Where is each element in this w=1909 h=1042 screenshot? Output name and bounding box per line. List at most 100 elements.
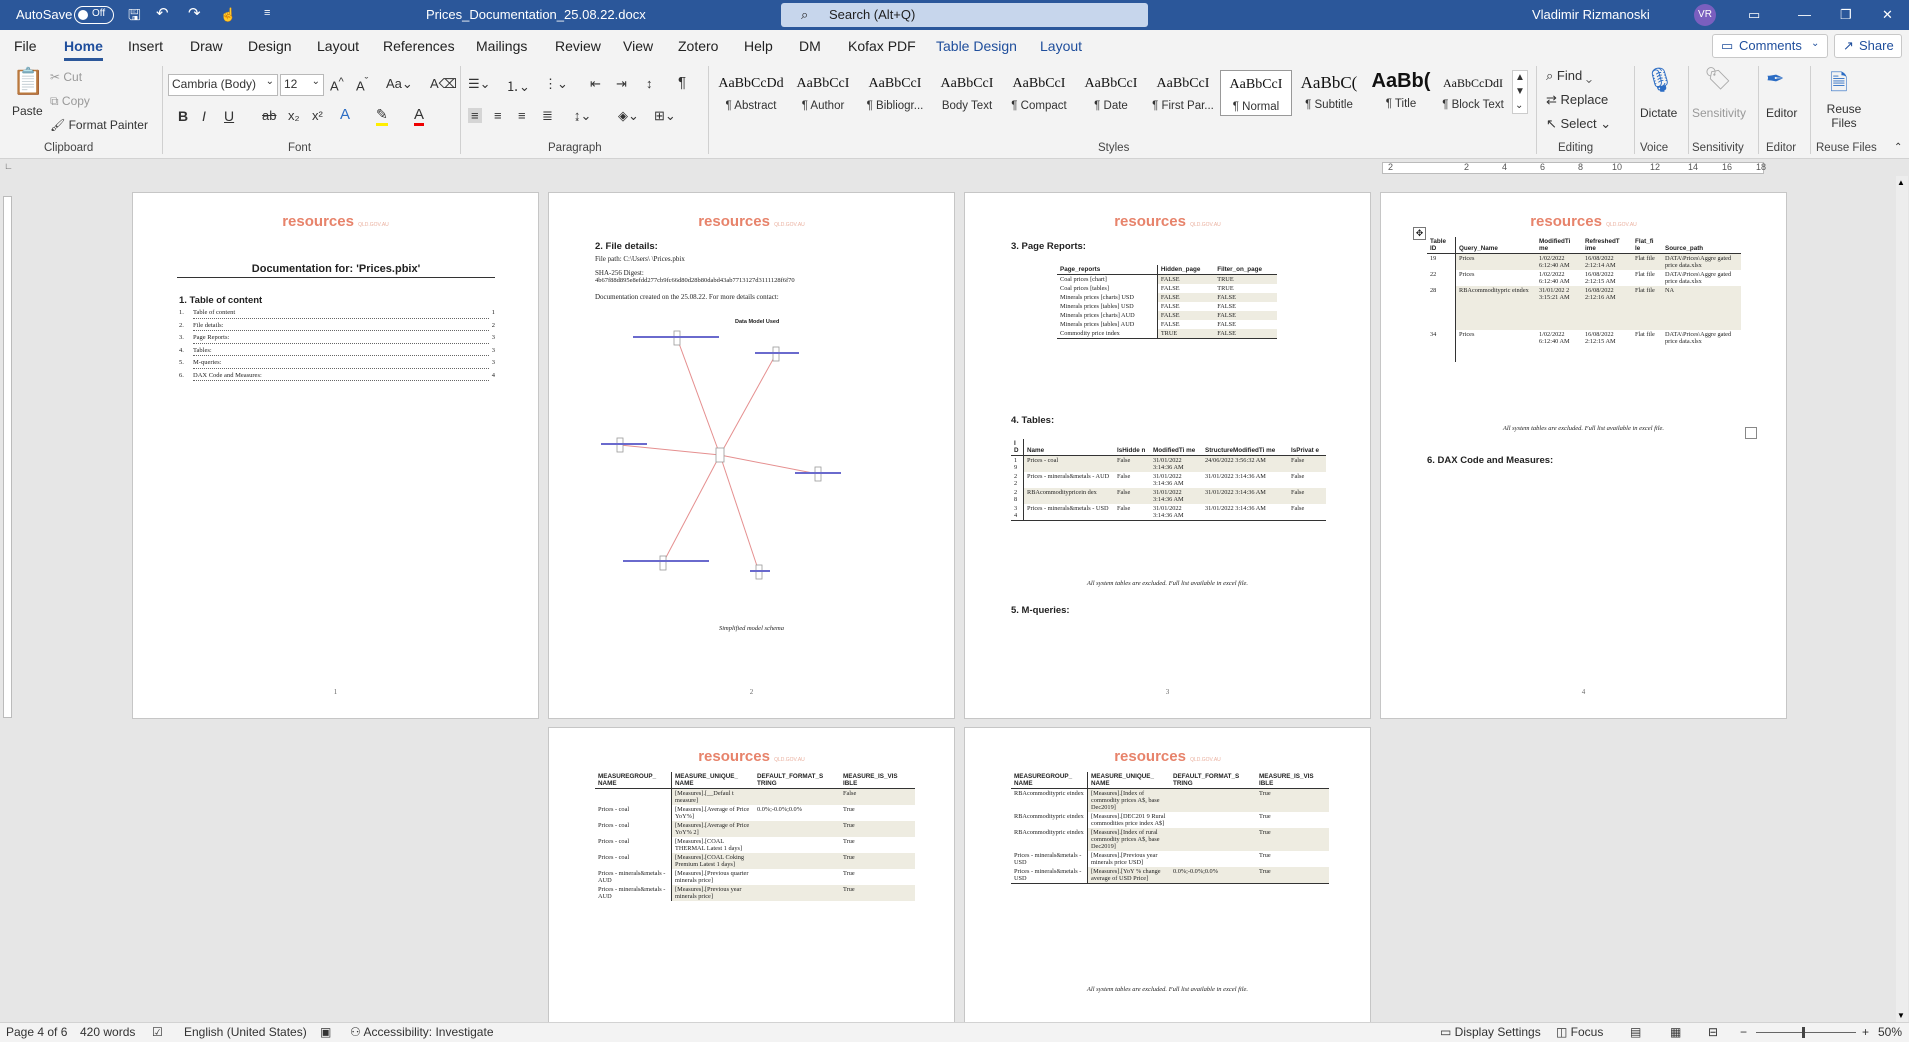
share-button[interactable]: ↗ Share bbox=[1834, 34, 1902, 58]
align-right-icon[interactable]: ≡ bbox=[518, 108, 526, 123]
italic-icon[interactable]: I bbox=[202, 108, 206, 124]
font-size-select[interactable]: 12 ⌄ bbox=[280, 74, 324, 96]
tab-insert[interactable]: Insert bbox=[128, 38, 163, 54]
style-author[interactable]: AaBbCcI ¶ Author bbox=[788, 70, 858, 114]
style-compact[interactable]: AaBbCcI ¶ Compact bbox=[1004, 70, 1074, 114]
ribbon-display-icon[interactable]: ▭ bbox=[1748, 7, 1760, 23]
vertical-ruler[interactable] bbox=[0, 176, 14, 1022]
comments-button[interactable]: ▭ Comments ⌄ bbox=[1712, 34, 1828, 58]
format-painter-button[interactable]: 🖌 Format Painter bbox=[50, 118, 148, 132]
minimize-icon[interactable]: — bbox=[1798, 7, 1811, 22]
tab-draw[interactable]: Draw bbox=[190, 38, 223, 54]
strikethrough-icon[interactable]: ab bbox=[262, 108, 276, 123]
tab-mailings[interactable]: Mailings bbox=[476, 38, 527, 54]
touch-mode-icon[interactable]: ☝ bbox=[220, 7, 236, 23]
toc-item[interactable]: 5. M-queries: 3 bbox=[179, 359, 495, 372]
page-count[interactable]: Page 4 of 6 bbox=[6, 1025, 67, 1039]
clear-formatting-icon[interactable]: A⌫ bbox=[430, 76, 457, 92]
underline-icon[interactable]: U bbox=[224, 108, 234, 124]
accessibility-status[interactable]: ⚇ Accessibility: Investigate bbox=[350, 1025, 494, 1039]
tab-home[interactable]: Home bbox=[64, 38, 103, 61]
highlight-icon[interactable]: ✎ bbox=[376, 106, 388, 126]
scroll-up-icon[interactable]: ▲ bbox=[1897, 178, 1905, 187]
close-icon[interactable]: ✕ bbox=[1882, 7, 1893, 23]
text-effects-icon[interactable]: A bbox=[340, 106, 350, 123]
scroll-down-icon[interactable]: ▼ bbox=[1897, 1011, 1905, 1020]
toc-item[interactable]: 6. DAX Code and Measures: 4 bbox=[179, 371, 495, 385]
style-block-text[interactable]: AaBbCcDdI ¶ Block Text bbox=[1438, 70, 1508, 114]
pilcrow-icon[interactable]: ¶ bbox=[678, 74, 686, 91]
sensitivity-button[interactable]: Sensitivity bbox=[1692, 106, 1746, 120]
autosave-toggle[interactable]: Off bbox=[74, 6, 114, 24]
tab-selector-icon[interactable]: ∟ bbox=[4, 161, 13, 171]
toc-item[interactable]: 1. Table of content 1 bbox=[179, 309, 495, 322]
document-page-5[interactable]: resources QLD.GOV.AU MEASUREGROUP_ NAME M… bbox=[548, 727, 955, 1029]
superscript-icon[interactable]: x² bbox=[312, 108, 323, 123]
styles-gallery-scroll[interactable]: ▲ ▼ ⌄ bbox=[1512, 70, 1528, 114]
change-case-icon[interactable]: Aa⌄ bbox=[386, 76, 413, 92]
reuse-files-icon[interactable]: 🗎 bbox=[1830, 66, 1848, 104]
collapse-ribbon-icon[interactable]: ⌃ bbox=[1894, 142, 1902, 153]
tab-references[interactable]: References bbox=[383, 38, 455, 54]
font-family-select[interactable]: Cambria (Body) ⌄ bbox=[168, 74, 278, 96]
style-subtitle[interactable]: AaBbC(¶ Subtitle bbox=[1294, 70, 1364, 114]
style-date[interactable]: AaBbCcI ¶ Date bbox=[1076, 70, 1146, 114]
document-title[interactable]: Prices_Documentation_25.08.22.docx bbox=[426, 7, 646, 22]
style-body-text[interactable]: AaBbCcI Body Text bbox=[932, 70, 1002, 114]
shading-icon[interactable]: ◈⌄ bbox=[618, 108, 639, 124]
line-spacing-icon[interactable]: ↨⌄ bbox=[574, 108, 591, 124]
increase-indent-icon[interactable]: ⇥ bbox=[616, 76, 627, 92]
find-button[interactable]: ⌕ Find ⌄ bbox=[1546, 68, 1592, 84]
web-layout-icon[interactable]: ⊟ bbox=[1708, 1025, 1718, 1039]
horizontal-ruler[interactable]: ∟ 2 2 4 6 8 10 12 14 16 18 bbox=[0, 159, 1909, 176]
proofing-icon[interactable]: ☑ bbox=[152, 1025, 163, 1039]
style-first-paragraph[interactable]: AaBbCcI ¶ First Par... bbox=[1148, 70, 1218, 114]
editor-button[interactable]: Editor bbox=[1766, 106, 1797, 120]
language-status[interactable]: English (United States) bbox=[184, 1025, 307, 1039]
search-box[interactable]: ⌕ Search (Alt+Q) bbox=[781, 3, 1148, 27]
vertical-scrollbar[interactable]: ▲ ▼ bbox=[1896, 176, 1908, 1022]
tab-view[interactable]: View bbox=[623, 38, 653, 54]
focus-button[interactable]: ◫ Focus bbox=[1556, 1025, 1603, 1039]
tab-dm[interactable]: DM bbox=[799, 38, 821, 54]
document-page-3[interactable]: resources QLD.GOV.AU 3. Page Reports: Pa… bbox=[964, 192, 1371, 719]
document-page-1[interactable]: resources QLD.GOV.AU Documentation for: … bbox=[132, 192, 539, 719]
numbering-icon[interactable]: ⒈⌄ bbox=[506, 76, 530, 95]
paste-icon[interactable]: 📋 bbox=[12, 66, 44, 97]
macro-icon[interactable]: ▣ bbox=[320, 1025, 331, 1039]
zoom-slider-thumb[interactable] bbox=[1802, 1027, 1805, 1038]
replace-button[interactable]: ⇄ Replace bbox=[1546, 92, 1608, 108]
multilevel-list-icon[interactable]: ⋮⌄ bbox=[544, 76, 568, 92]
borders-icon[interactable]: ⊞⌄ bbox=[654, 108, 676, 124]
restore-icon[interactable]: ❐ bbox=[1840, 7, 1852, 23]
sensitivity-icon[interactable]: 🏷 bbox=[1704, 66, 1732, 92]
microphone-icon[interactable]: 🎙 bbox=[1638, 66, 1682, 95]
print-layout-icon[interactable]: ▦ bbox=[1670, 1025, 1681, 1039]
document-page-2[interactable]: resources QLD.GOV.AU 2. File details: Fi… bbox=[548, 192, 955, 719]
tab-design[interactable]: Design bbox=[248, 38, 292, 54]
read-mode-icon[interactable]: ▤ bbox=[1630, 1025, 1641, 1039]
save-icon[interactable]: 🖫 bbox=[128, 5, 141, 30]
zoom-slider[interactable] bbox=[1756, 1027, 1856, 1038]
word-count[interactable]: 420 words bbox=[80, 1025, 135, 1039]
table-move-handle-icon[interactable]: ✥ bbox=[1413, 227, 1426, 240]
style-bibliography[interactable]: AaBbCcI ¶ Bibliogr... bbox=[860, 70, 930, 114]
grow-font-icon[interactable]: A^ bbox=[330, 76, 344, 93]
style-title[interactable]: AaBb(¶ Title bbox=[1366, 70, 1436, 114]
subscript-icon[interactable]: x₂ bbox=[288, 108, 300, 123]
tab-table-design[interactable]: Table Design bbox=[936, 38, 1017, 54]
user-name[interactable]: Vladimir Rizmanoski bbox=[1532, 7, 1650, 22]
style-normal[interactable]: AaBbCcI ¶ Normal bbox=[1220, 70, 1292, 116]
select-button[interactable]: ↖ Select ⌄ bbox=[1546, 116, 1611, 132]
tab-help[interactable]: Help bbox=[744, 38, 773, 54]
tab-review[interactable]: Review bbox=[555, 38, 601, 54]
tab-zotero[interactable]: Zotero bbox=[678, 38, 718, 54]
tab-file[interactable]: File bbox=[14, 38, 37, 54]
toc-item[interactable]: 2. File details: 2 bbox=[179, 321, 495, 335]
redo-icon[interactable]: ↷ bbox=[188, 4, 201, 22]
copy-button[interactable]: ⧉ Copy bbox=[50, 94, 90, 109]
paste-button[interactable]: Paste bbox=[12, 104, 43, 118]
customize-toolbar-icon[interactable]: ≡ bbox=[264, 7, 270, 19]
document-page-6[interactable]: resources QLD.GOV.AU MEASUREGROUP_ NAME M… bbox=[964, 727, 1371, 1029]
undo-icon[interactable]: ↶ bbox=[156, 4, 169, 22]
